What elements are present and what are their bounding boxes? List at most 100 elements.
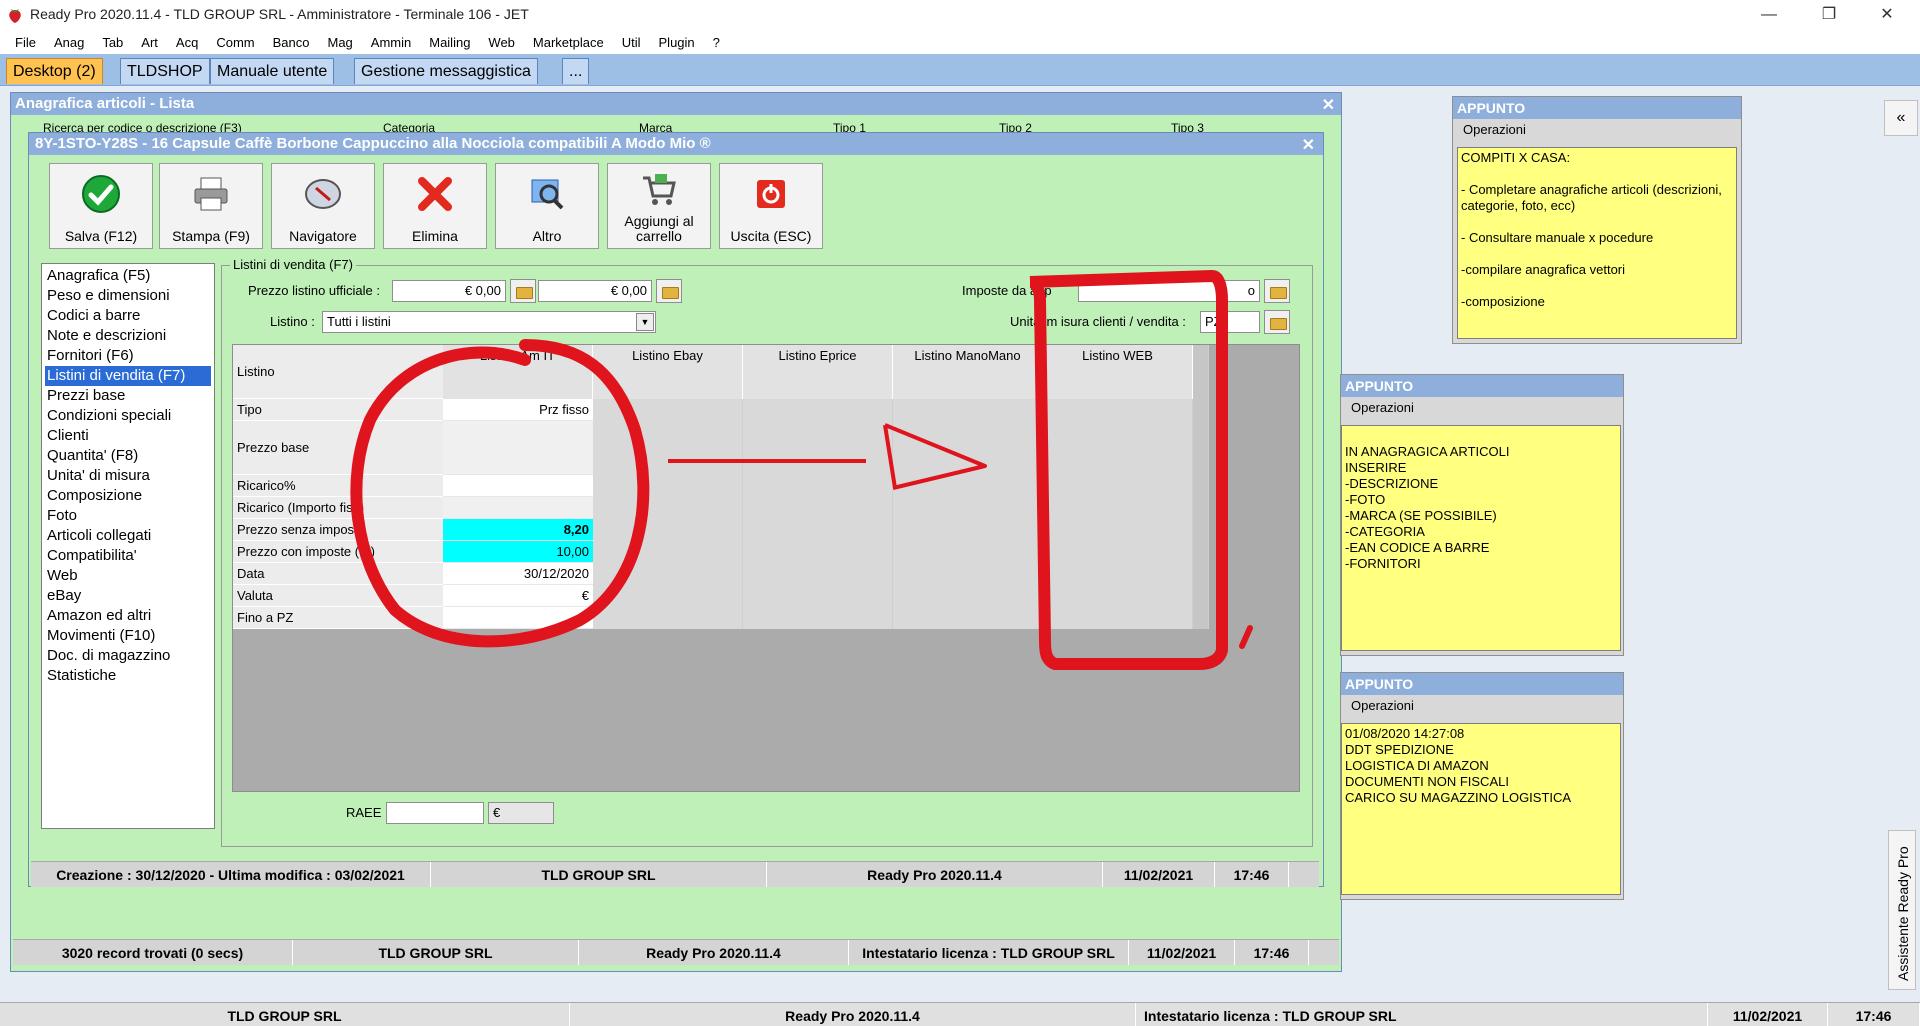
nav-clienti[interactable]: Clienti — [45, 426, 211, 446]
menu-art[interactable]: Art — [132, 35, 167, 50]
menu-anag[interactable]: Anag — [45, 35, 93, 50]
menu-acq[interactable]: Acq — [167, 35, 207, 50]
nav-statistiche[interactable]: Statistiche — [45, 666, 211, 686]
nav-note-descrizioni[interactable]: Note e descrizioni — [45, 326, 211, 346]
menu-banco[interactable]: Banco — [264, 35, 319, 50]
folder-icon[interactable] — [1264, 310, 1290, 334]
nav-doc-magazzino[interactable]: Doc. di magazzino — [45, 646, 211, 666]
menu-mailing[interactable]: Mailing — [420, 35, 479, 50]
column-eprice-cells[interactable] — [743, 399, 893, 629]
cell-tipo[interactable]: Prz fisso — [443, 399, 593, 421]
cell-fino-a-pz[interactable] — [443, 607, 593, 629]
col-header-listino-manomano[interactable]: Listino ManoMano — [893, 345, 1043, 399]
note-body[interactable]: IN ANAGRAGICA ARTICOLI INSERIRE -DESCRIZ… — [1341, 425, 1621, 651]
col-header-listino-web[interactable]: Listino WEB — [1043, 345, 1193, 399]
menu-web[interactable]: Web — [479, 35, 524, 50]
collapse-panel-button[interactable]: « — [1884, 100, 1918, 136]
exit-button[interactable]: Uscita (ESC) — [719, 163, 823, 249]
nav-listini-vendita[interactable]: Listini di vendita (F7) — [45, 366, 211, 386]
col-header-listino-amazon[interactable]: Listino Am IT — [443, 345, 593, 399]
tab-more[interactable]: ... — [562, 58, 590, 84]
cell-prezzo-senza[interactable]: 8,20 — [443, 519, 593, 541]
print-button[interactable]: Stampa (F9) — [159, 163, 263, 249]
company-name: TLD GROUP SRL — [431, 862, 767, 887]
menu-util[interactable]: Util — [613, 35, 650, 50]
nav-prezzi-base[interactable]: Prezzi base — [45, 386, 211, 406]
sticky-note[interactable]: APPUNTO Operazioni COMPITI X CASA: - Com… — [1452, 96, 1742, 344]
col-header-listino-eprice[interactable]: Listino Eprice — [743, 345, 893, 399]
raee-field[interactable] — [386, 802, 484, 824]
official-price-field-1[interactable]: € 0,00 — [392, 280, 506, 302]
column-web-cells[interactable] — [1043, 399, 1193, 629]
nav-anagrafica[interactable]: Anagrafica (F5) — [45, 266, 211, 286]
nav-condizioni-speciali[interactable]: Condizioni speciali — [45, 406, 211, 426]
article-window-close-icon[interactable]: ✕ — [1302, 135, 1315, 155]
main-status-bar: TLD GROUP SRL Ready Pro 2020.11.4 Intest… — [0, 1002, 1920, 1026]
menu-plugin[interactable]: Plugin — [650, 35, 704, 50]
tab-tldshop[interactable]: TLDSHOP — [120, 58, 210, 84]
cell-ricarico-importo[interactable] — [443, 497, 593, 519]
status-date: 11/02/2021 — [1129, 940, 1235, 965]
nav-amazon[interactable]: Amazon ed altri — [45, 606, 211, 626]
navigator-button[interactable]: Navigatore — [271, 163, 375, 249]
unit-field[interactable]: PZ — [1200, 311, 1260, 333]
list-window-close-icon[interactable]: ✕ — [1322, 95, 1335, 115]
add-to-cart-button[interactable]: Aggiungi al carrello — [607, 163, 711, 249]
nav-fornitori[interactable]: Fornitori (F6) — [45, 346, 211, 366]
cell-data[interactable]: 30/12/2020 — [443, 563, 593, 585]
nav-ebay[interactable]: eBay — [45, 586, 211, 606]
note-operations-menu[interactable]: Operazioni — [1453, 119, 1741, 141]
nav-unita-misura[interactable]: Unita' di misura — [45, 466, 211, 486]
tab-desktop[interactable]: Desktop (2) — [6, 58, 103, 84]
tab-manuale-utente[interactable]: Manuale utente — [210, 58, 335, 84]
close-window-button[interactable]: ✕ — [1862, 0, 1912, 30]
menu-marketplace[interactable]: Marketplace — [524, 35, 613, 50]
nav-composizione[interactable]: Composizione — [45, 486, 211, 506]
menu-file[interactable]: File — [6, 35, 45, 50]
chevron-down-icon[interactable]: ▼ — [636, 313, 654, 331]
list-select[interactable]: Tutti i listini ▼ — [322, 311, 656, 333]
delete-button[interactable]: Elimina — [383, 163, 487, 249]
assistant-panel-tab[interactable]: Assistente Ready Pro — [1888, 830, 1916, 990]
save-button[interactable]: Salva (F12) — [49, 163, 153, 249]
other-button[interactable]: Altro — [495, 163, 599, 249]
nav-quantita[interactable]: Quantita' (F8) — [45, 446, 211, 466]
sticky-note[interactable]: APPUNTO Operazioni IN ANAGRAGICA ARTICOL… — [1340, 374, 1624, 656]
menu-comm[interactable]: Comm — [207, 35, 263, 50]
folder-icon[interactable] — [510, 279, 536, 303]
nav-peso-dimensioni[interactable]: Peso e dimensioni — [45, 286, 211, 306]
tab-gestione-messaggistica[interactable]: Gestione messaggistica — [354, 58, 538, 84]
col-header-listino-ebay[interactable]: Listino Ebay — [593, 345, 743, 399]
note-body[interactable]: COMPITI X CASA: - Completare anagrafiche… — [1457, 147, 1737, 339]
cell-valuta[interactable]: € — [443, 585, 593, 607]
official-price-field-2[interactable]: € 0,00 — [538, 280, 652, 302]
note-body[interactable]: 01/08/2020 14:27:08 DDT SPEDIZIONE LOGIS… — [1341, 723, 1621, 895]
note-operations-menu[interactable]: Operazioni — [1341, 397, 1623, 419]
navigator-label: Navigatore — [289, 228, 357, 244]
minimize-button[interactable]: — — [1744, 0, 1794, 30]
note-operations-menu[interactable]: Operazioni — [1341, 695, 1623, 717]
column-ebay-cells[interactable] — [593, 399, 743, 629]
cell-prezzo-base[interactable] — [443, 421, 593, 475]
column-manomano-cells[interactable] — [893, 399, 1043, 629]
folder-icon[interactable] — [656, 279, 682, 303]
cell-prezzo-con[interactable]: 10,00 — [443, 541, 593, 563]
sticky-note[interactable]: APPUNTO Operazioni 01/08/2020 14:27:08 D… — [1340, 672, 1624, 900]
menu-mag[interactable]: Mag — [318, 35, 361, 50]
nav-articoli-collegati[interactable]: Articoli collegati — [45, 526, 211, 546]
nav-compatibilita[interactable]: Compatibilita' — [45, 546, 211, 566]
nav-movimenti[interactable]: Movimenti (F10) — [45, 626, 211, 646]
article-window-title: 8Y-1STO-Y28S - 16 Capsule Caffè Borbone … — [29, 133, 1323, 155]
nav-codici-barre[interactable]: Codici a barre — [45, 306, 211, 326]
menu-tab[interactable]: Tab — [93, 35, 132, 50]
nav-web[interactable]: Web — [45, 566, 211, 586]
nav-foto[interactable]: Foto — [45, 506, 211, 526]
menu-ammin[interactable]: Ammin — [362, 35, 420, 50]
folder-icon[interactable] — [1264, 279, 1290, 303]
cell-ricarico-pct[interactable] — [443, 475, 593, 497]
article-section-nav: Anagrafica (F5) Peso e dimensioni Codici… — [41, 263, 215, 829]
status-time: 17:46 — [1215, 862, 1289, 887]
restore-button[interactable]: ❐ — [1804, 0, 1854, 30]
taxes-field[interactable]: o — [1078, 280, 1260, 302]
menu-help[interactable]: ? — [704, 35, 729, 50]
